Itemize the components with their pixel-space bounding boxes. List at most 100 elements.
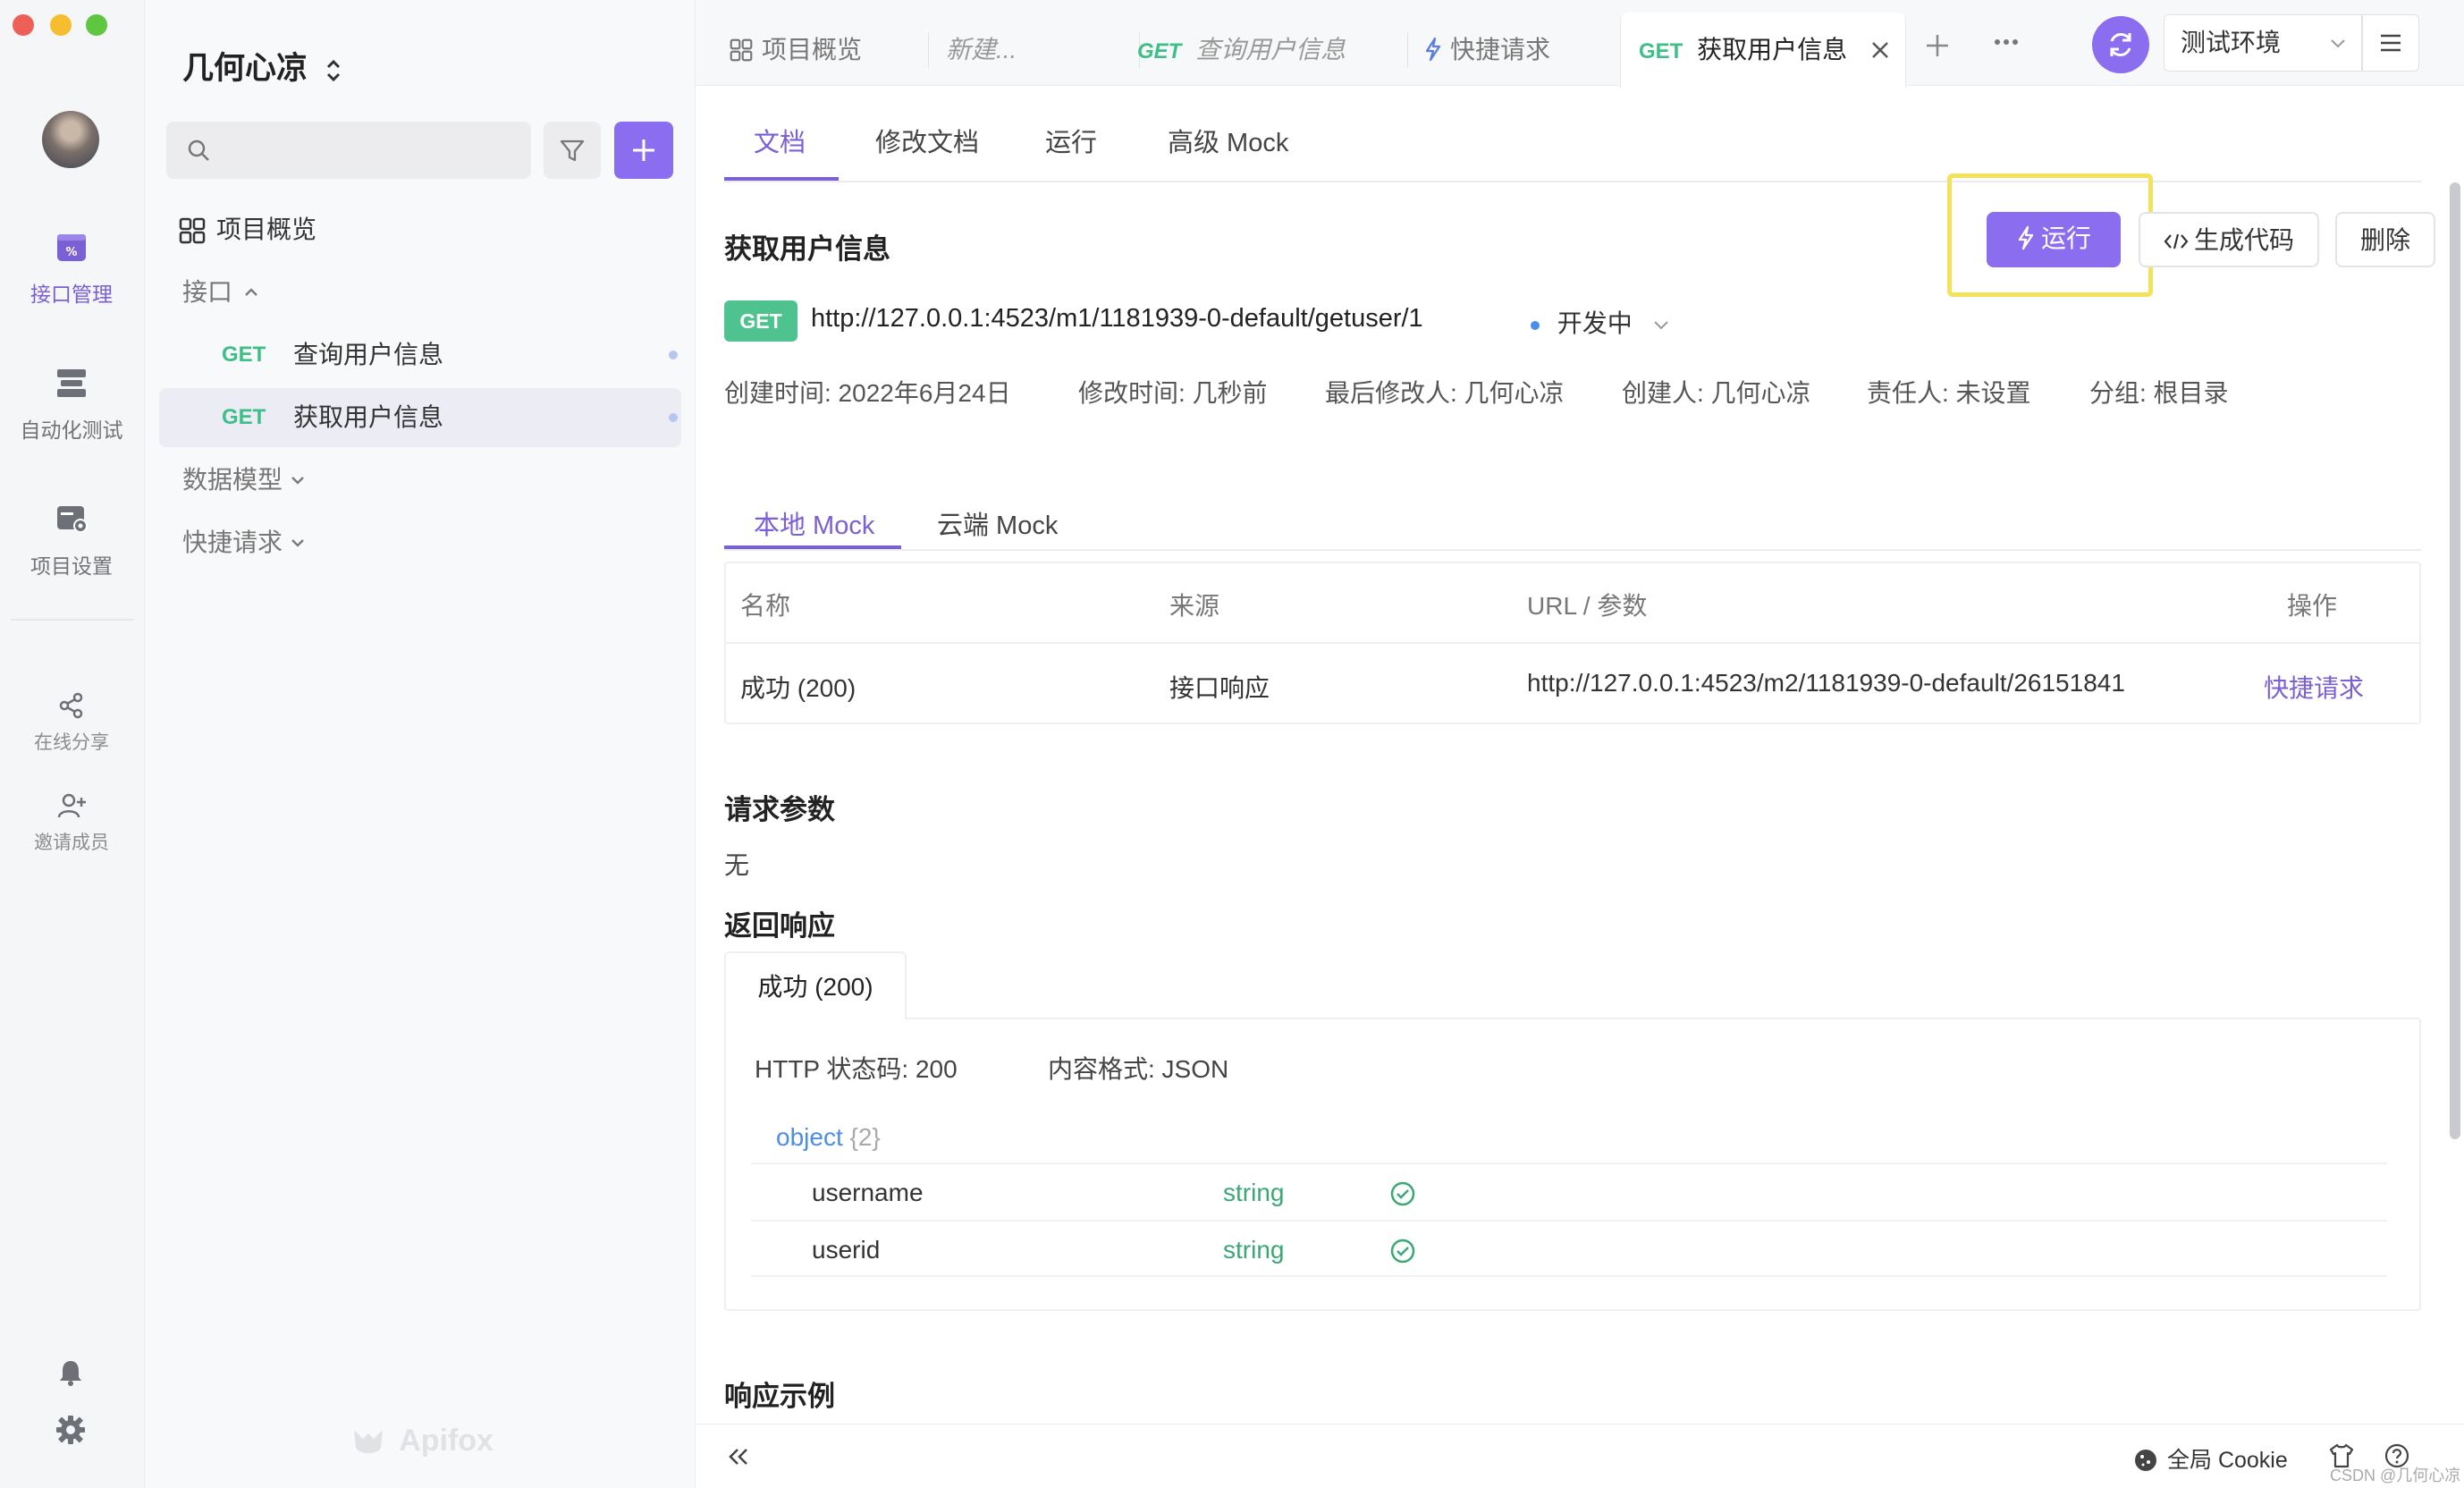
invite-member-icon [56, 790, 87, 821]
subtab-edit-doc[interactable]: 修改文档 [875, 122, 979, 159]
status-select[interactable]: 开发中 [1531, 304, 1670, 340]
meta-creator: 创建人: 几何心凉 [1622, 379, 1811, 407]
tab-label: 项目概览 [762, 36, 863, 63]
table-header: 来源 [1169, 592, 1220, 620]
add-button[interactable] [614, 122, 673, 179]
delete-button[interactable]: 删除 [2335, 212, 2435, 267]
environment-select[interactable]: 测试环境 [2164, 14, 2362, 72]
rail-item-api-management[interactable]: % 接口管理 [0, 227, 143, 308]
apifox-logo: Apifox [350, 1424, 494, 1458]
chevron-down-icon [2329, 35, 2347, 53]
filter-button[interactable] [544, 122, 601, 179]
subtab-doc[interactable]: 文档 [754, 122, 806, 159]
close-icon[interactable] [1869, 39, 1891, 61]
rail-item-invite[interactable]: 邀请成员 [0, 790, 143, 855]
section-request-params: 请求参数 [724, 794, 835, 825]
share-icon [56, 690, 87, 721]
mock-tab-divider [724, 549, 2421, 551]
rail-divider [11, 619, 134, 621]
settings-gear-icon[interactable] [55, 1415, 86, 1445]
window-close-button[interactable] [13, 14, 34, 36]
sidebar-interface-item[interactable]: GET 查询用户信息 [159, 326, 681, 385]
meta-group: 分组: 根目录 [2089, 379, 2229, 407]
rail-item-share[interactable]: 在线分享 [0, 690, 143, 755]
grid-icon [730, 38, 753, 62]
menu-button[interactable] [2362, 14, 2419, 72]
response-tab-200[interactable]: 成功 (200) [724, 951, 907, 1019]
table-header: URL / 参数 [1527, 592, 1648, 620]
rail-label: 接口管理 [30, 283, 113, 306]
sidebar-group-label: 接口 [182, 278, 233, 306]
search-input[interactable] [166, 122, 531, 179]
cookie-icon [2133, 1448, 2158, 1473]
lightning-icon [2016, 225, 2036, 250]
required-check-icon [1389, 1180, 1416, 1207]
method-badge: GET [724, 300, 797, 342]
method-tag: GET [222, 342, 266, 367]
tab-project-overview[interactable]: 项目概览 [730, 0, 862, 86]
section-response-example: 响应示例 [724, 1381, 835, 1412]
status-dot [669, 413, 678, 422]
sidebar-item-overview[interactable]: 项目概览 [159, 200, 681, 259]
sidebar-group-quick-requests[interactable]: 快捷请求 [159, 513, 681, 572]
run-button[interactable]: 运行 [1987, 212, 2121, 267]
rail-item-project-settings[interactable]: 项目设置 [0, 499, 143, 579]
page-title: 获取用户信息 [724, 233, 890, 265]
content-type: 内容格式: JSON [1048, 1055, 1229, 1083]
tab-query-user[interactable]: GET 查询用户信息 [1137, 0, 1346, 86]
new-tab-plus-icon[interactable] [1924, 32, 1951, 59]
field-type: string [1223, 1179, 1285, 1206]
meta-owner: 责任人: 未设置 [1867, 379, 2031, 407]
tab-divider [928, 32, 929, 68]
sidebar-group-interfaces[interactable]: 接口 [159, 263, 681, 322]
field-name: username [812, 1179, 924, 1206]
api-management-icon: % [52, 227, 91, 266]
schema-root[interactable]: object {2} [776, 1123, 881, 1152]
tab-divider [1407, 32, 1408, 68]
csdn-watermark: CSDN @几何心凉 [2330, 1467, 2461, 1484]
avatar[interactable] [42, 111, 99, 168]
tab-local-mock[interactable]: 本地 Mock [754, 504, 874, 542]
chevron-down-icon [290, 472, 306, 488]
sidebar-group-label: 数据模型 [182, 466, 283, 494]
window-minimize-button[interactable] [50, 14, 72, 36]
meta-modified: 修改时间: 几秒前 [1078, 379, 1268, 407]
sidebar-interface-item-selected[interactable]: GET 获取用户信息 [159, 388, 681, 447]
interface-name: 获取用户信息 [293, 403, 444, 431]
sync-button[interactable] [2092, 16, 2149, 73]
meta-last-modifier: 最后修改人: 几何心凉 [1325, 379, 1565, 407]
global-cookie-button[interactable]: 全局 Cookie [2133, 1442, 2288, 1475]
project-settings-icon [52, 499, 91, 538]
generate-code-button[interactable]: 生成代码 [2139, 212, 2319, 267]
table-cell-url: http://127.0.0.1:4523/m2/1181939-0-defau… [1527, 669, 2125, 697]
more-icon[interactable] [1994, 38, 2019, 46]
request-params-value: 无 [724, 851, 750, 879]
tab-cloud-mock[interactable]: 云端 Mock [937, 504, 1058, 542]
project-switcher[interactable]: 几何心凉 [182, 43, 342, 89]
cookie-label: 全局 Cookie [2167, 1448, 2288, 1473]
tab-label: 获取用户信息 [1697, 36, 1848, 63]
tab-get-user-active[interactable]: GET 获取用户信息 [1620, 13, 1906, 88]
required-check-icon [1389, 1238, 1416, 1264]
tab-new[interactable]: 新建... [946, 0, 1017, 86]
field-type: string [1223, 1236, 1285, 1264]
method-tag: GET [1137, 39, 1182, 63]
tab-quick-request[interactable]: 快捷请求 [1423, 0, 1550, 86]
method-tag: GET [1639, 39, 1683, 63]
subtab-run[interactable]: 运行 [1045, 122, 1097, 159]
rail-label: 邀请成员 [34, 833, 109, 853]
vertical-scrollbar[interactable] [2450, 182, 2460, 1139]
collapse-sidebar-icon[interactable] [726, 1446, 751, 1467]
lightning-icon [1423, 37, 1443, 62]
notification-bell-icon[interactable] [55, 1357, 86, 1388]
section-response: 返回响应 [724, 910, 835, 942]
chevron-down-icon [1652, 317, 1670, 334]
status-dot [1531, 320, 1540, 330]
rail-item-automation-test[interactable]: 自动化测试 [0, 363, 143, 444]
subtab-advanced-mock[interactable]: 高级 Mock [1168, 122, 1288, 159]
sidebar-group-data-models[interactable]: 数据模型 [159, 451, 681, 510]
sidebar: 几何心凉 项目概览 接口 GET 查询用户信息 GET 获取用户信息 数据模型 … [145, 0, 696, 1488]
quick-request-link[interactable]: 快捷请求 [2264, 669, 2364, 705]
window-maximize-button[interactable] [86, 14, 107, 36]
brand-name: Apifox [399, 1424, 494, 1458]
